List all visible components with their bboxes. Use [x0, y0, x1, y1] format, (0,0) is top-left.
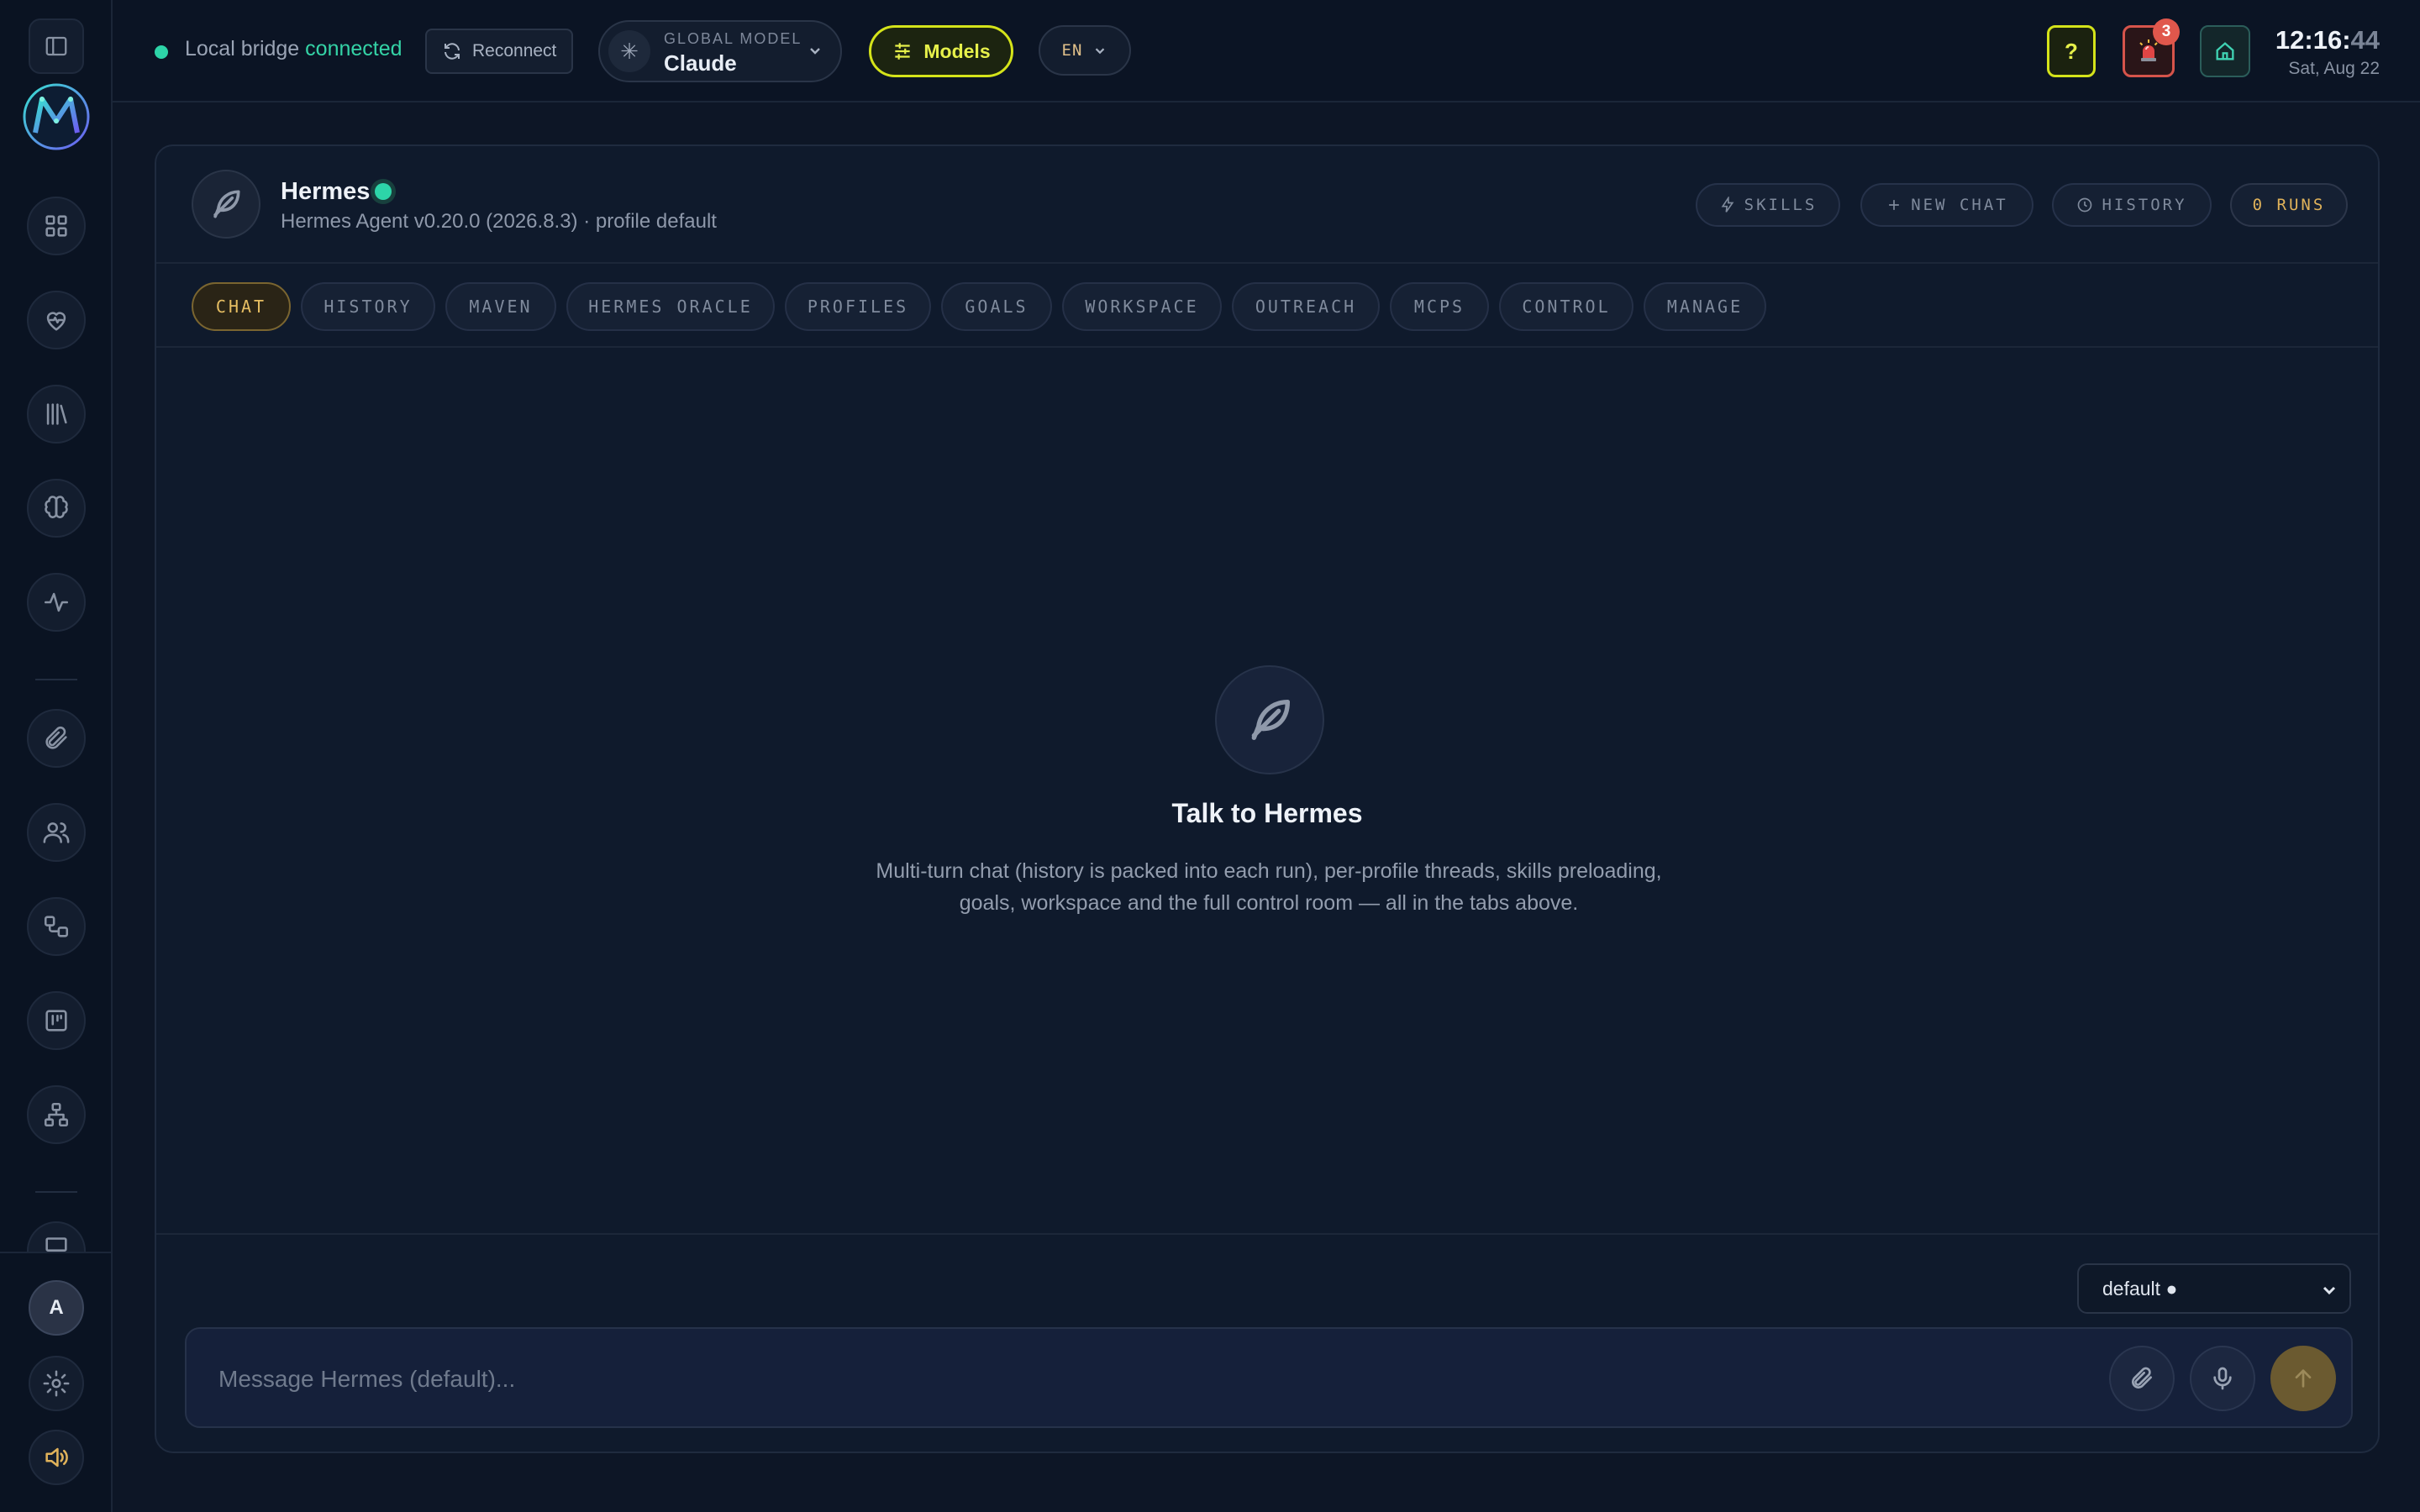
clock-date: Sat, Aug 22	[2288, 59, 2380, 78]
clock-icon	[2078, 197, 2092, 213]
topbar: Local bridge connected Reconnect ✳ GLOBA…	[113, 0, 2420, 102]
reconnect-label: Reconnect	[472, 41, 557, 60]
tab-workspace[interactable]: WORKSPACE	[1062, 282, 1222, 331]
skills-button[interactable]: SKILLS	[1696, 183, 1840, 227]
app-logo[interactable]	[22, 82, 91, 151]
alert-count-badge: 3	[2153, 18, 2180, 45]
tab-outreach[interactable]: OUTREACH	[1232, 282, 1380, 331]
reconnect-button[interactable]: Reconnect	[425, 29, 573, 74]
help-button[interactable]: ?	[2047, 25, 2096, 77]
workflow-icon[interactable]	[27, 897, 86, 956]
agent-name: Hermes	[281, 178, 371, 205]
clock-seconds: 44	[2350, 25, 2380, 55]
bridge-label: Local bridge	[185, 37, 300, 60]
composer-divider	[156, 1233, 2378, 1235]
sparkle-icon: ✳	[608, 30, 650, 72]
runs-counter[interactable]: 0 RUNS	[2230, 183, 2348, 227]
profile-select[interactable]: default ●	[2077, 1263, 2351, 1314]
dashboard-icon[interactable]	[27, 197, 86, 255]
tab-chat[interactable]: CHAT	[192, 282, 291, 331]
tab-manage[interactable]: MANAGE	[1644, 282, 1766, 331]
board-icon[interactable]	[27, 991, 86, 1050]
health-icon[interactable]	[27, 291, 86, 349]
chevron-down-icon	[1096, 48, 1105, 55]
language-select[interactable]: EN	[1039, 25, 1131, 76]
history-label: HISTORY	[2102, 196, 2187, 214]
tab-goals[interactable]: GOALS	[941, 282, 1052, 331]
models-label: Models	[923, 39, 991, 62]
bridge-status: Local bridge connected	[185, 37, 402, 61]
monitor-icon[interactable]	[27, 1221, 86, 1252]
message-input[interactable]: Message Hermes (default)...	[218, 1366, 515, 1393]
clock: 12:16:44 Sat, Aug 22	[2275, 25, 2380, 79]
volume-icon[interactable]	[29, 1430, 84, 1485]
empty-state-description: Multi-turn chat (history is packed into …	[876, 859, 1662, 915]
bridge-status-value: connected	[305, 37, 402, 60]
library-icon[interactable]	[27, 385, 86, 444]
tab-hermes-oracle[interactable]: HERMES ORACLE	[566, 282, 775, 331]
bridge-status-dot	[155, 45, 168, 59]
agent-subtitle: Hermes Agent v0.20.0 (2026.8.3) · profil…	[281, 210, 717, 233]
models-button[interactable]: Models	[869, 25, 1013, 77]
sliders-icon	[895, 43, 911, 60]
sidebar-footer-divider	[0, 1252, 113, 1253]
paperclip-icon[interactable]	[27, 709, 86, 768]
empty-state-title: Talk to Hermes	[1171, 798, 1363, 828]
arrow-up-icon	[2295, 1369, 2312, 1388]
attach-button[interactable]	[2109, 1346, 2175, 1411]
feather-icon	[1215, 665, 1324, 774]
tab-maven[interactable]: MAVEN	[445, 282, 556, 331]
agent-online-dot	[375, 183, 392, 200]
global-model-select[interactable]: ✳ GLOBAL MODEL Claude	[598, 20, 842, 82]
clock-hm: 12:16:	[2275, 25, 2351, 55]
clock-time: 12:16:44	[2275, 25, 2380, 55]
message-composer[interactable]: Message Hermes (default)...	[185, 1327, 2353, 1428]
settings-icon[interactable]	[29, 1356, 84, 1411]
tab-history[interactable]: HISTORY	[301, 282, 435, 331]
profile-select-value: default ●	[2102, 1277, 2178, 1299]
home-button[interactable]	[2200, 25, 2250, 77]
new-chat-button[interactable]: NEW CHAT	[1860, 183, 2033, 227]
avatar[interactable]: A	[29, 1280, 84, 1336]
chevron-down-icon	[810, 48, 820, 55]
tab-profiles[interactable]: PROFILES	[785, 282, 931, 331]
home-icon	[2216, 42, 2234, 60]
refresh-icon	[445, 43, 460, 60]
brain-icon[interactable]	[27, 479, 86, 538]
global-model-caption: GLOBAL MODEL	[664, 30, 802, 47]
agent-header: Hermes Hermes Agent v0.20.0 (2026.8.3) ·…	[156, 146, 2378, 264]
feather-icon	[192, 170, 260, 239]
microphone-button[interactable]	[2190, 1346, 2255, 1411]
panel-toggle-icon[interactable]	[29, 18, 84, 74]
bolt-icon	[1721, 197, 1734, 213]
plus-icon	[1889, 200, 1900, 210]
new-chat-label: NEW CHAT	[1911, 196, 2008, 214]
tab-control[interactable]: CONTROL	[1499, 282, 1634, 331]
language-value: EN	[1061, 41, 1083, 60]
agent-panel: Hermes Hermes Agent v0.20.0 (2026.8.3) ·…	[155, 144, 2380, 1453]
skills-label: SKILLS	[1744, 196, 1818, 214]
activity-icon[interactable]	[27, 573, 86, 632]
history-button[interactable]: HISTORY	[2052, 183, 2212, 227]
org-chart-icon[interactable]	[27, 1085, 86, 1144]
microphone-icon	[2213, 1367, 2232, 1390]
paperclip-icon	[2132, 1367, 2152, 1389]
tab-bar: CHAT HISTORY MAVEN HERMES ORACLE PROFILE…	[156, 264, 2378, 348]
chevron-down-icon	[2323, 1286, 2336, 1295]
sidebar-divider	[35, 679, 77, 680]
users-icon[interactable]	[27, 803, 86, 862]
tab-mcps[interactable]: MCPS	[1390, 282, 1489, 331]
sidebar: A	[0, 0, 113, 1512]
send-button[interactable]	[2270, 1346, 2336, 1411]
sidebar-divider	[35, 1191, 77, 1193]
global-model-value: Claude	[664, 50, 737, 76]
